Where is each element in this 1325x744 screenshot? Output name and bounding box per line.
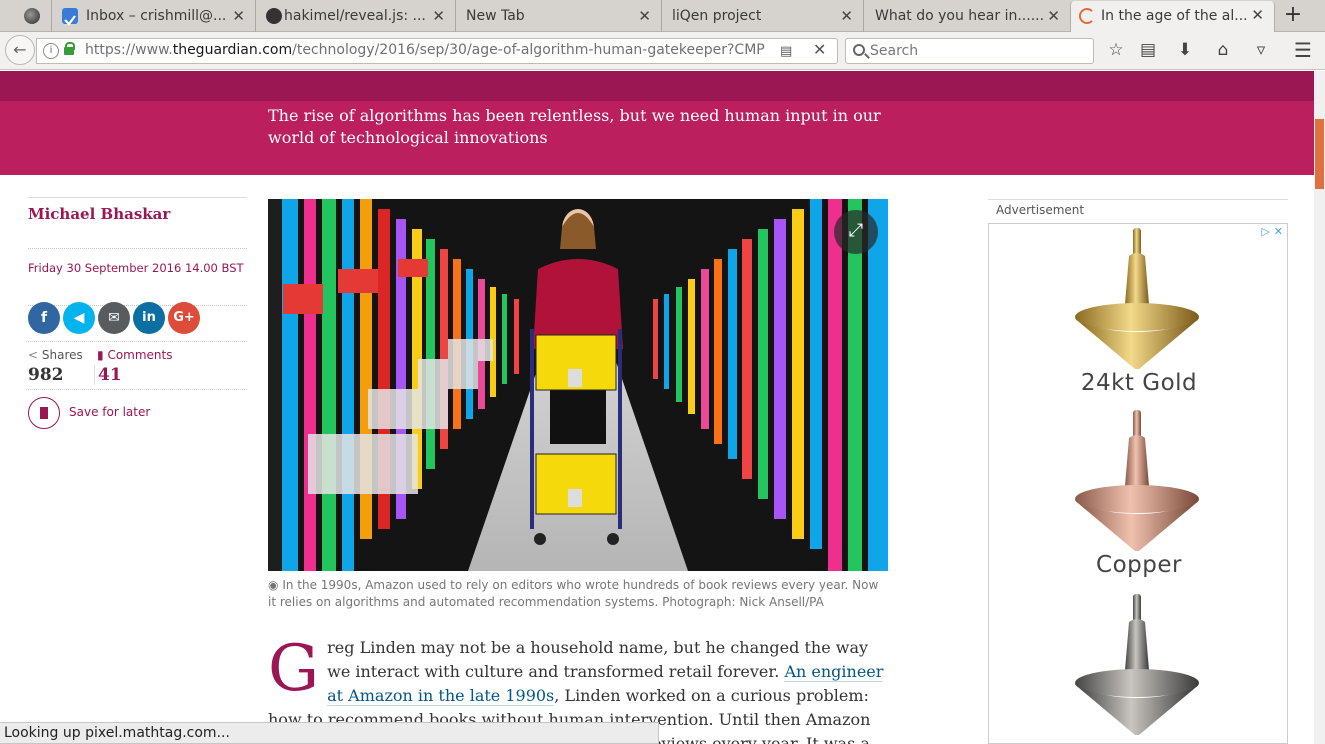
image-caption: ◉ In the 1990s, Amazon used to rely on e… xyxy=(268,577,888,611)
twitter-icon: ◀ xyxy=(73,310,85,326)
inbox-icon xyxy=(62,8,78,26)
camera-icon: ◉ xyxy=(268,578,279,592)
info-icon[interactable]: i xyxy=(43,43,59,59)
divider xyxy=(28,341,247,342)
close-icon[interactable]: ✕ xyxy=(638,0,651,32)
product-label-gold: 24kt Gold xyxy=(1080,370,1198,396)
url-text[interactable]: https://www.theguardian.com/technology/2… xyxy=(85,42,770,58)
save-label: Save for later xyxy=(69,405,151,419)
reader-view-icon[interactable]: ▤ xyxy=(780,44,792,59)
url-prefix: https://www. xyxy=(85,42,173,58)
advertisement[interactable]: ▷✕ 24kt Gold Copper xyxy=(988,223,1288,744)
comments-label-text: Comments xyxy=(107,348,173,362)
bookmark-star-icon[interactable]: ☆ xyxy=(1104,38,1128,62)
standfirst-band: The rise of algorithms has been relentle… xyxy=(0,101,1314,175)
comment-icon: ▮ xyxy=(97,348,104,362)
tab-label: Inbox – crishmill@... xyxy=(86,8,227,24)
tab-label: hakimel/reveal.js: ... xyxy=(284,8,426,24)
steel-top xyxy=(1075,594,1199,735)
loading-icon xyxy=(1079,8,1095,24)
drop-cap: G xyxy=(268,632,320,706)
page-scrollbar[interactable] xyxy=(1314,71,1325,744)
status-bar: Looking up pixel.mathtag.com... xyxy=(0,722,659,744)
home-icon[interactable]: ⌂ xyxy=(1211,38,1235,62)
lock-icon xyxy=(64,42,75,55)
menu-icon[interactable]: ☰ xyxy=(1291,38,1315,62)
tab-github[interactable]: hakimel/reveal.js: ... ✕ xyxy=(256,0,456,32)
tab-new-tab[interactable]: New Tab ✕ xyxy=(456,0,662,32)
article-meta: Michael Bhaskar Friday 30 September 2016… xyxy=(28,197,247,306)
tab-label: What do you hear in...... xyxy=(875,8,1045,24)
tab-inbox[interactable]: Inbox – crishmill@... ✕ xyxy=(52,0,256,32)
tab-what-do-you-hear[interactable]: What do you hear in...... ✕ xyxy=(864,0,1070,32)
facebook-icon: f xyxy=(40,310,48,326)
tab-label: In the age of the al... xyxy=(1101,8,1248,24)
google-plus-icon: G+ xyxy=(173,310,195,325)
close-icon[interactable]: ✕ xyxy=(1047,0,1060,32)
share-counts: < Shares 982 ▮ Comments 41 xyxy=(28,345,247,389)
standfirst: The rise of algorithms has been relentle… xyxy=(268,106,881,147)
tab-active-article[interactable]: In the age of the al... ✕ xyxy=(1070,1,1275,32)
back-button[interactable]: ← xyxy=(5,35,35,65)
tab-pinned[interactable] xyxy=(0,0,52,32)
close-icon[interactable]: ✕ xyxy=(432,0,445,32)
comments-count[interactable]: 41 xyxy=(94,365,122,385)
close-icon[interactable]: ✕ xyxy=(813,40,826,59)
reading-list-icon[interactable]: ▤ xyxy=(1136,38,1160,62)
warehouse-photo xyxy=(268,199,888,571)
google-plus-share-button[interactable]: G+ xyxy=(168,302,200,334)
author-link[interactable]: Michael Bhaskar xyxy=(28,205,247,223)
tab-label: New Tab xyxy=(466,8,525,24)
bookmark-icon xyxy=(28,397,60,429)
shares-count: 982 xyxy=(28,365,64,385)
search-icon xyxy=(853,44,865,56)
url-bar[interactable]: i https://www.theguardian.com/technology… xyxy=(36,38,838,64)
advertisement-label: Advertisement xyxy=(988,199,1288,221)
scrollbar-thumb[interactable] xyxy=(1315,119,1324,189)
article-image[interactable]: ⤢ xyxy=(268,199,888,571)
divider xyxy=(28,197,247,198)
linkedin-icon: in xyxy=(142,310,156,325)
copper-top xyxy=(1075,410,1199,551)
product-label-copper: Copper xyxy=(1096,552,1182,578)
url-domain: theguardian.com xyxy=(172,42,293,58)
twitter-share-button[interactable]: ◀ xyxy=(63,302,95,334)
search-placeholder: Search xyxy=(870,43,919,59)
publish-date: Friday 30 September 2016 14.00 BST xyxy=(28,261,244,275)
gold-top xyxy=(1075,228,1199,369)
close-icon[interactable]: ✕ xyxy=(1251,1,1264,30)
email-icon: ✉ xyxy=(108,310,120,326)
shares-label-text: Shares xyxy=(41,348,83,362)
close-icon[interactable]: ✕ xyxy=(232,0,245,32)
search-input[interactable]: Search xyxy=(845,38,1094,64)
spinning-tops-image xyxy=(1075,228,1199,735)
url-path: /technology/2016/sep/30/age-of-algorithm… xyxy=(292,42,765,58)
tab-liqen[interactable]: liQen project ✕ xyxy=(662,0,864,32)
pocket-icon[interactable]: ▿ xyxy=(1249,38,1273,62)
navigation-toolbar: ← i https://www.theguardian.com/technolo… xyxy=(0,32,1325,70)
facebook-share-button[interactable]: f xyxy=(28,302,60,334)
comments-link[interactable]: ▮ Comments xyxy=(97,348,172,362)
expand-icon[interactable]: ⤢ xyxy=(834,210,878,254)
download-icon[interactable]: ⬇ xyxy=(1173,38,1197,62)
shares-label: < Shares xyxy=(28,348,83,362)
divider xyxy=(28,389,247,390)
linkedin-share-button[interactable]: in xyxy=(133,302,165,334)
arrow-left-icon: ← xyxy=(13,40,27,59)
github-icon xyxy=(266,8,282,24)
new-tab-button[interactable]: + xyxy=(1283,0,1303,32)
tab-strip: Inbox – crishmill@... ✕ hakimel/reveal.j… xyxy=(0,0,1325,32)
gimp-icon xyxy=(24,8,40,24)
web-page: The rise of algorithms has been relentle… xyxy=(0,71,1314,744)
tab-label: liQen project xyxy=(672,8,762,24)
share-icon: < xyxy=(28,348,39,362)
email-share-button[interactable]: ✉ xyxy=(98,302,130,334)
header-band xyxy=(0,71,1314,101)
caption-text: In the 1990s, Amazon used to rely on edi… xyxy=(268,578,879,609)
close-icon[interactable]: ✕ xyxy=(840,0,853,32)
